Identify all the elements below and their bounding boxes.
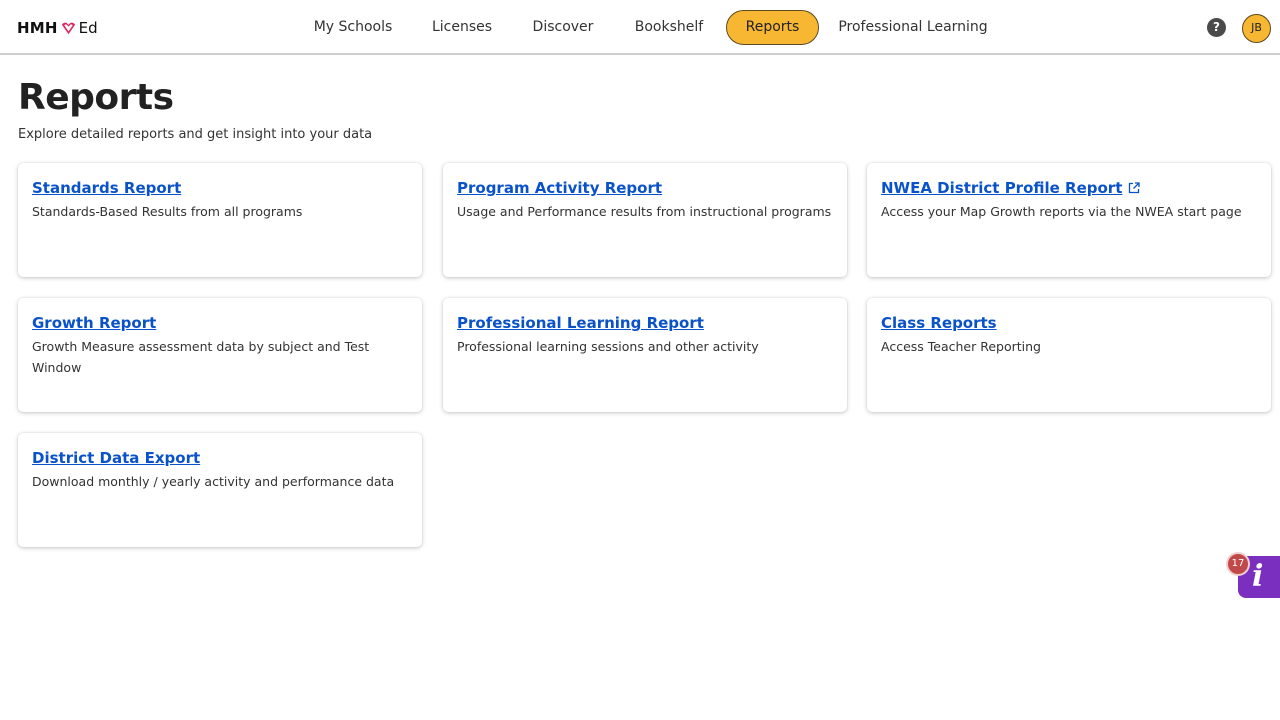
- district-data-export-link[interactable]: District Data Export: [32, 448, 200, 468]
- class-reports-link[interactable]: Class Reports: [881, 313, 997, 333]
- nav-discover[interactable]: Discover: [528, 10, 598, 45]
- nwea-district-profile-report-link[interactable]: NWEA District Profile Report: [881, 178, 1122, 198]
- nav-licenses[interactable]: Licenses: [428, 10, 496, 45]
- page-subtitle: Explore detailed reports and get insight…: [18, 127, 373, 142]
- standards-report-link[interactable]: Standards Report: [32, 178, 181, 198]
- program-activity-report-description: Usage and Performance results from instr…: [457, 204, 832, 219]
- professional-learning-report-description: Professional learning sessions and other…: [457, 339, 759, 354]
- nav-my-schools[interactable]: My Schools: [310, 10, 396, 45]
- help-icon[interactable]: ?: [1207, 18, 1226, 37]
- external-link-icon[interactable]: [1128, 182, 1141, 194]
- standards-report-description: Standards-Based Results from all program…: [32, 204, 303, 219]
- class-reports-description: Access Teacher Reporting: [881, 339, 1041, 354]
- nwea-district-profile-report-description: Access your Map Growth reports via the N…: [881, 204, 1242, 219]
- notification-count-badge[interactable]: 17: [1226, 552, 1250, 576]
- card-standards-report: Standards Report Standards-Based Results…: [18, 163, 422, 277]
- page-title: Reports: [18, 77, 174, 118]
- program-activity-report-link[interactable]: Program Activity Report: [457, 178, 662, 198]
- district-data-export-description: Download monthly / yearly activity and p…: [32, 474, 395, 489]
- card-growth-report: Growth Report Growth Measure assessment …: [18, 298, 422, 412]
- growth-report-link[interactable]: Growth Report: [32, 313, 156, 333]
- nav-bookshelf[interactable]: Bookshelf: [630, 10, 708, 45]
- growth-report-description: Growth Measure assessment data by subjec…: [32, 339, 370, 375]
- card-class-reports: Class Reports Access Teacher Reporting: [867, 298, 1271, 412]
- info-icon: i: [1252, 559, 1264, 594]
- professional-learning-report-link[interactable]: Professional Learning Report: [457, 313, 704, 333]
- nav-professional-learning[interactable]: Professional Learning: [836, 10, 990, 45]
- card-professional-learning-report: Professional Learning Report Professiona…: [443, 298, 847, 412]
- nav-reports[interactable]: Reports: [726, 10, 819, 45]
- card-nwea-district-profile-report: NWEA District Profile Report Access your…: [867, 163, 1271, 277]
- card-district-data-export: District Data Export Download monthly / …: [18, 433, 422, 547]
- card-program-activity-report: Program Activity Report Usage and Perfor…: [443, 163, 847, 277]
- main-nav: My Schools Licenses Discover Bookshelf R…: [0, 0, 1280, 54]
- top-header: HMH Ed My Schools Licenses Discover Book…: [0, 0, 1280, 55]
- user-avatar[interactable]: JB: [1242, 14, 1271, 43]
